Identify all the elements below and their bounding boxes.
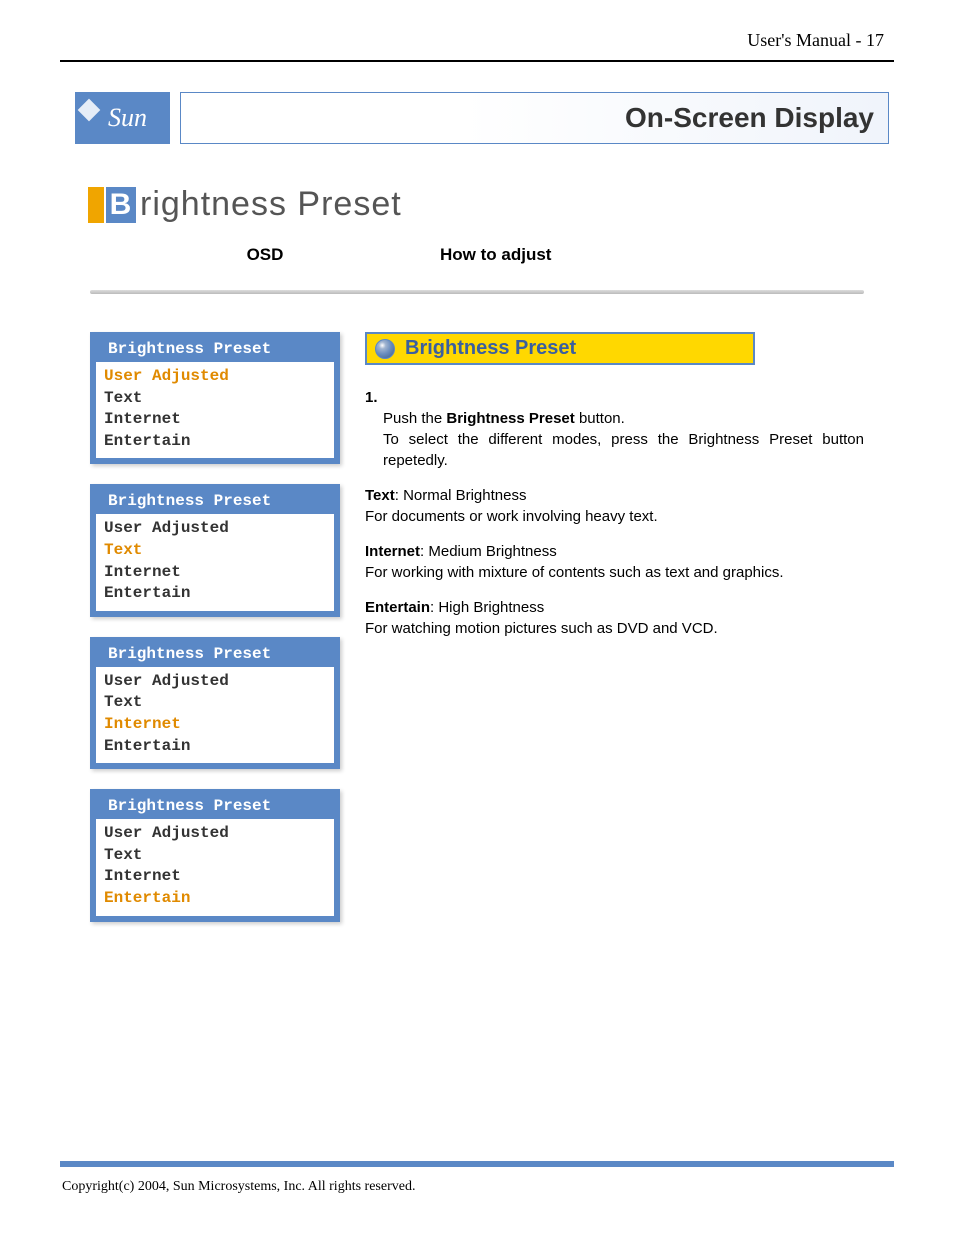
mode-description: Text: Normal Brightness For documents or … <box>365 485 864 527</box>
top-rule <box>60 60 894 62</box>
osd-panel: Brightness PresetUser AdjustedTextIntern… <box>90 332 340 464</box>
osd-panel-body: User AdjustedTextInternetEntertain <box>96 819 334 915</box>
osd-item: User Adjusted <box>104 823 326 845</box>
step-1: 1. Push the Brightness Preset button. To… <box>365 387 864 471</box>
osd-item: Internet <box>104 562 326 584</box>
header-divider <box>90 290 864 294</box>
osd-item: Text <box>104 692 326 714</box>
mode-detail: For working with mixture of contents suc… <box>365 564 784 581</box>
section-title: On-Screen Display <box>180 92 889 144</box>
osd-panel-title: Brightness Preset <box>96 643 334 667</box>
heading-first-letter: B <box>106 187 136 223</box>
osd-item: User Adjusted <box>104 366 326 388</box>
how-column-header: How to adjust <box>420 245 864 265</box>
osd-panel-body: User AdjustedTextInternetEntertain <box>96 514 334 610</box>
mode-name: Entertain <box>365 599 430 616</box>
osd-panel-title: Brightness Preset <box>96 490 334 514</box>
osd-item: Entertain <box>104 431 326 453</box>
osd-item: User Adjusted <box>104 671 326 693</box>
osd-item: Entertain <box>104 888 326 910</box>
osd-item: Text <box>104 540 326 562</box>
brand-bar: Sun <box>75 92 170 144</box>
content-area: Brightness PresetUser AdjustedTextIntern… <box>90 332 864 922</box>
step-number: 1. <box>365 389 378 406</box>
heading-rest: rightness Preset <box>140 185 402 224</box>
osd-item: Entertain <box>104 583 326 605</box>
sun-logo: Sun <box>75 92 170 144</box>
osd-item: Entertain <box>104 736 326 758</box>
mode-name: Text <box>365 487 395 504</box>
mode-detail: For watching motion pictures such as DVD… <box>365 620 718 637</box>
footer-rule <box>60 1161 894 1167</box>
step-suffix: button. <box>575 410 625 427</box>
osd-panel: Brightness PresetUser AdjustedTextIntern… <box>90 789 340 921</box>
osd-panel: Brightness PresetUser AdjustedTextIntern… <box>90 484 340 616</box>
sun-diamond-icon <box>78 99 101 122</box>
main-heading: B rightness Preset <box>88 185 402 224</box>
osd-panel-body: User AdjustedTextInternetEntertain <box>96 667 334 763</box>
step-bold: Brightness Preset <box>446 410 574 427</box>
topic-title: Brightness Preset <box>405 337 576 360</box>
osd-item: Internet <box>104 714 326 736</box>
osd-item: Text <box>104 845 326 867</box>
mode-tag: : High Brightness <box>430 599 544 616</box>
page-header: User's Manual - 17 <box>747 30 884 51</box>
osd-item: User Adjusted <box>104 518 326 540</box>
mode-tag: : Medium Brightness <box>420 543 557 560</box>
instructions: 1. Push the Brightness Preset button. To… <box>365 387 864 639</box>
osd-item: Internet <box>104 866 326 888</box>
step-prefix: Push the <box>383 410 446 427</box>
osd-panel-body: User AdjustedTextInternetEntertain <box>96 362 334 458</box>
sphere-icon <box>375 339 395 359</box>
instructions-column: Brightness Preset 1. Push the Brightness… <box>365 332 864 922</box>
heading-orange-accent <box>88 187 104 223</box>
brand-text: Sun <box>108 103 147 133</box>
osd-panel: Brightness PresetUser AdjustedTextIntern… <box>90 637 340 769</box>
footer-text: Copyright(c) 2004, Sun Microsystems, Inc… <box>62 1179 415 1195</box>
mode-description: Entertain: High Brightness For watching m… <box>365 597 864 639</box>
mode-description: Internet: Medium Brightness For working w… <box>365 541 864 583</box>
step-line2: To select the different modes, press the… <box>383 431 864 469</box>
osd-panel-title: Brightness Preset <box>96 338 334 362</box>
osd-column-header: OSD <box>90 245 420 265</box>
mode-tag: : Normal Brightness <box>395 487 527 504</box>
topic-bar: Brightness Preset <box>365 332 755 365</box>
mode-detail: For documents or work involving heavy te… <box>365 508 658 525</box>
osd-panel-title: Brightness Preset <box>96 795 334 819</box>
column-headers: OSD How to adjust <box>90 245 864 265</box>
osd-item: Internet <box>104 409 326 431</box>
mode-name: Internet <box>365 543 420 560</box>
osd-stack: Brightness PresetUser AdjustedTextIntern… <box>90 332 340 922</box>
osd-item: Text <box>104 388 326 410</box>
